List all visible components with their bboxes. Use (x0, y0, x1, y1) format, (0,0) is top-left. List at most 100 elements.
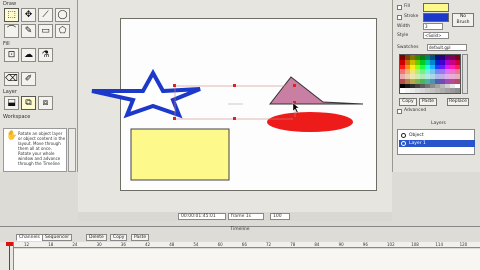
stroke-label: Stroke (404, 14, 419, 19)
red-ellipse-shape (267, 112, 353, 132)
layer-group-button[interactable]: ⧈ (38, 96, 53, 110)
timeline-track[interactable] (14, 249, 480, 270)
select-tool-button[interactable]: ⬚ (4, 8, 19, 22)
cloud-tool-button[interactable]: ☁ (21, 48, 36, 62)
shapes-layer[interactable] (78, 0, 392, 218)
curve-icon: ⌒ (6, 25, 16, 36)
cloud-icon: ☁ (24, 49, 33, 60)
workspace-help-text: Rotate an object layer or object content… (18, 131, 66, 166)
ruler-tick-label: 30 (96, 242, 102, 247)
frame-label-field[interactable]: frame 1s (228, 213, 264, 220)
fill-color-swatch[interactable] (423, 3, 449, 12)
timeline-channels (0, 242, 14, 270)
eraser-icon: ⌫ (5, 73, 18, 84)
layer-new-button[interactable]: ⬓ (4, 96, 19, 110)
ruler-tick-label: 90 (338, 242, 344, 247)
ruler-tick-label: 36 (120, 242, 126, 247)
ellipse-tool-button[interactable]: ◯ (55, 8, 70, 22)
palette-scrollbar[interactable] (462, 54, 468, 94)
width-input[interactable]: 3 (423, 23, 443, 30)
ruler-tick-label: 96 (362, 242, 368, 247)
ruler-tick-label: 84 (314, 242, 320, 247)
ruler-tick-label: 60 (217, 242, 223, 247)
ruler-tick-label: 78 (290, 242, 296, 247)
copy-color-button[interactable]: Copy (399, 98, 417, 106)
ruler-tick-label: 24 (72, 242, 78, 247)
swatches-label: Swatches (397, 45, 419, 50)
ellipse-icon: ◯ (57, 9, 68, 20)
pencil-tool-button[interactable]: ✎ (21, 24, 36, 38)
polygon-tool-button[interactable]: ⬠ (55, 24, 70, 38)
layers-title: Layers (431, 121, 446, 126)
advanced-checkbox[interactable] (397, 109, 402, 114)
tools-panel: Draw ⬚ ✥ ⟋ ◯ ⌒ ✎ ▭ ⬠ Fill ⊡ ☁ ⚗ ⌫ ✐ Laye… (0, 0, 78, 172)
bucket-tool-button[interactable]: ⚗ (38, 48, 53, 62)
brush-tool-button[interactable]: ✐ (21, 72, 36, 86)
properties-panel: Fill Stroke No Brush Width 3 Style <Soli… (392, 0, 480, 172)
bucket-icon: ⚗ (41, 49, 50, 60)
line-tool-button[interactable]: ⟋ (38, 8, 53, 22)
timeline-ruler[interactable]: 12 18 24 30 36 42 48 54 60 66 72 78 84 90 96 102 108 114 1… (14, 242, 480, 248)
fill-checkbox[interactable] (397, 5, 402, 10)
ruler-tick-label: 12 (24, 242, 30, 247)
move-tool-button[interactable]: ✥ (21, 8, 36, 22)
layers-list[interactable]: Object Layer 1 (397, 129, 475, 155)
layers-panel: Layers Object Layer 1 (393, 120, 480, 172)
delete-button[interactable]: Delete (86, 234, 107, 241)
polygon-icon: ⬠ (58, 25, 67, 36)
style-select[interactable]: <Solid> (423, 32, 449, 39)
tab-sequencer[interactable]: Sequencer (42, 234, 73, 241)
paste-color-button[interactable]: Paste (419, 98, 437, 106)
fill-tool-button[interactable]: ⊡ (4, 48, 19, 62)
swatches-select[interactable]: default.gpl (427, 44, 467, 51)
paste-button[interactable]: Paste (131, 234, 150, 241)
stroke-checkbox[interactable] (397, 15, 402, 20)
layer-name: Layer 1 (409, 141, 426, 146)
ruler-tick-label: 114 (435, 242, 444, 247)
help-scrollbar[interactable] (68, 128, 76, 172)
brush-icon: ✐ (24, 73, 33, 84)
timeline-title: Timeline (230, 227, 250, 232)
visibility-icon[interactable] (401, 141, 406, 146)
layer-row-object[interactable]: Object (399, 132, 475, 139)
rectangle-icon: ▭ (41, 25, 50, 36)
hand-icon: ✋ (6, 131, 18, 141)
replace-color-button[interactable]: Replace (447, 98, 469, 106)
layer-row-layer1[interactable]: Layer 1 (399, 140, 475, 147)
palette-swatch[interactable] (455, 88, 460, 93)
ruler-tick-label: 108 (411, 242, 419, 247)
ruler-tick-label: 66 (241, 242, 247, 247)
no-brush-button[interactable]: No Brush (452, 13, 474, 27)
workspace-section-title: Workspace (3, 114, 31, 120)
ruler-tick-label: 120 (459, 242, 468, 247)
layer-name: Object (409, 133, 424, 138)
app-window: Draw ⬚ ✥ ⟋ ◯ ⌒ ✎ ▭ ⬠ Fill ⊡ ☁ ⚗ ⌫ ✐ Laye… (0, 0, 480, 270)
star-shape (91, 68, 201, 119)
zoom-field[interactable]: 100 (270, 213, 290, 220)
ruler-tick-label: 42 (145, 242, 151, 247)
visibility-icon[interactable] (401, 133, 406, 138)
layer-section-title: Layer (3, 89, 17, 95)
yellow-rectangle-shape (130, 128, 230, 181)
eraser-tool-button[interactable]: ⌫ (4, 72, 19, 86)
rectangle-tool-button[interactable]: ▭ (38, 24, 53, 38)
pencil-icon: ✎ (24, 25, 33, 36)
canvas-area[interactable] (78, 0, 392, 218)
advanced-label: Advanced (404, 108, 427, 113)
draw-section-title: Draw (3, 1, 17, 7)
stroke-color-swatch[interactable] (423, 13, 449, 22)
tab-channels[interactable]: Channels (16, 234, 43, 241)
line-icon: ⟋ (42, 9, 49, 20)
ruler-tick-label: 48 (169, 242, 175, 247)
triangle-shape (268, 76, 364, 105)
layer-new-icon: ⬓ (7, 97, 16, 108)
fill-section-title: Fill (3, 41, 10, 47)
layer-duplicate-button[interactable]: ⧉ (21, 96, 36, 110)
curve-tool-button[interactable]: ⌒ (4, 24, 19, 38)
ruler-tick-label: 72 (266, 242, 272, 247)
copy-button[interactable]: Copy (110, 234, 128, 241)
ruler-tick-label: 18 (48, 242, 54, 247)
color-palette[interactable] (399, 54, 461, 94)
playhead[interactable] (9, 242, 10, 270)
frame-info-field: 00:00:01:45:01 (178, 213, 226, 220)
